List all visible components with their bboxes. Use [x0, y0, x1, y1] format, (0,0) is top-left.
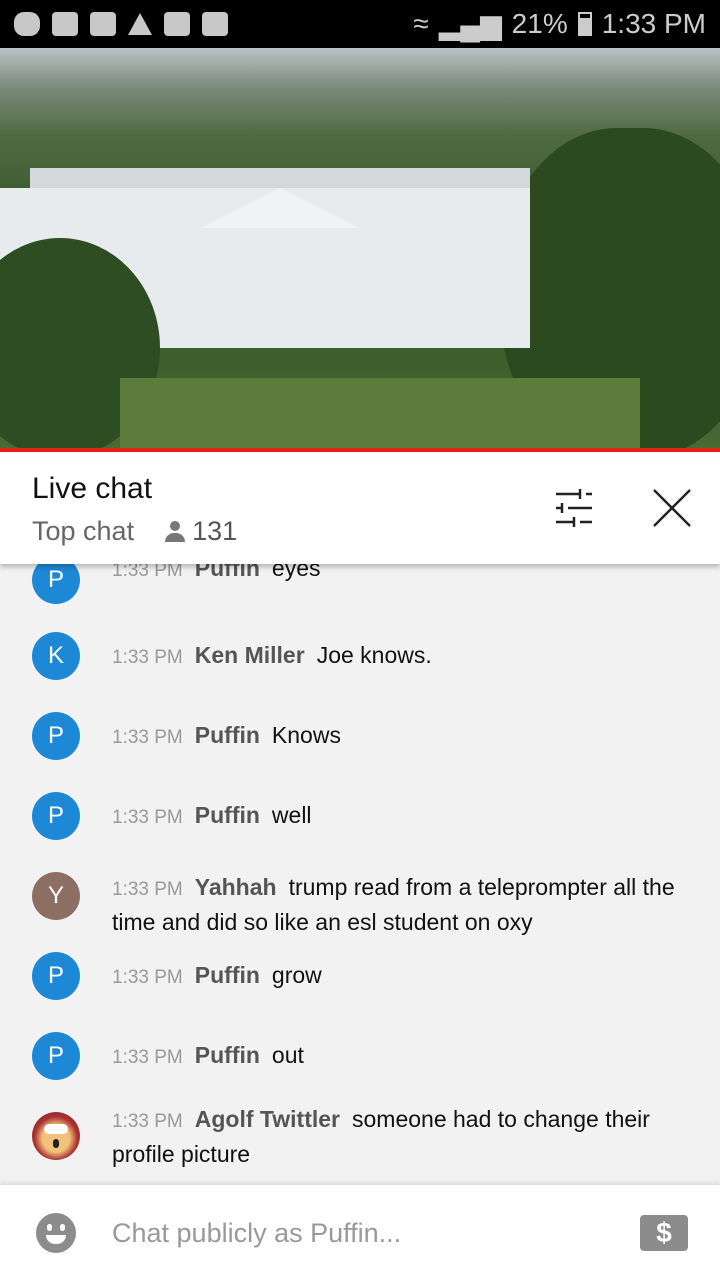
- battery-icon: [577, 12, 592, 36]
- message-text: Knows: [271, 722, 341, 748]
- avatar[interactable]: [32, 1112, 80, 1160]
- battery-percent: 21%: [511, 8, 568, 39]
- youtube-icon: [52, 12, 78, 36]
- live-chat-title: Live chat: [32, 472, 153, 505]
- message-author[interactable]: Agolf Twittler: [195, 1106, 340, 1132]
- message-text: Joe knows.: [316, 642, 432, 668]
- message-text: eyes: [271, 564, 321, 581]
- message-time: 1:33 PM: [112, 1047, 183, 1068]
- person-icon: [164, 520, 186, 543]
- message-text: out: [271, 1042, 304, 1068]
- image-icon: [164, 12, 190, 36]
- message-body: 1:33 PM Puffin Knows: [112, 719, 680, 754]
- app-icon: [14, 12, 40, 36]
- avatar[interactable]: P: [32, 564, 80, 604]
- avatar[interactable]: P: [32, 952, 80, 1000]
- clock: 1:33 PM: [601, 8, 706, 39]
- chat-settings-button[interactable]: [552, 488, 600, 528]
- status-bar: ≈ ▂▄▆ 21% 1:33 PM: [0, 0, 720, 48]
- avatar[interactable]: P: [32, 792, 80, 840]
- chat-input[interactable]: [112, 1211, 612, 1255]
- system-status: ≈ ▂▄▆ 21% 1:33 PM: [413, 8, 706, 41]
- avatar[interactable]: Y: [32, 872, 80, 920]
- message-author[interactable]: Puffin: [195, 962, 260, 988]
- avatar[interactable]: K: [32, 632, 80, 680]
- message-time: 1:33 PM: [112, 727, 183, 748]
- viewer-count-value: 131: [192, 516, 238, 546]
- video-scene-pediment: [200, 188, 360, 228]
- message-text: well: [271, 802, 312, 828]
- message-body: 1:33 PM Ken Miller Joe knows.: [112, 639, 680, 674]
- message-author[interactable]: Yahhah: [195, 874, 277, 900]
- warning-icon: [128, 13, 152, 35]
- avatar[interactable]: P: [32, 712, 80, 760]
- message-text: someone had to change their profile pict…: [112, 1106, 650, 1167]
- close-chat-button[interactable]: [648, 484, 696, 532]
- message-author[interactable]: Puffin: [195, 802, 260, 828]
- chat-input-bar: $: [0, 1184, 720, 1280]
- chat-mode-selector[interactable]: Top chat 131: [32, 516, 237, 547]
- video-scene-lawn: [120, 378, 640, 450]
- message-body: 1:33 PM Puffin out: [112, 1039, 680, 1074]
- notification-icons: [14, 12, 228, 36]
- emoji-button[interactable]: [36, 1213, 76, 1253]
- message-time: 1:33 PM: [112, 967, 183, 988]
- message-time: 1:33 PM: [112, 879, 183, 900]
- message-author[interactable]: Puffin: [195, 722, 260, 748]
- message-time: 1:33 PM: [112, 647, 183, 668]
- message-body: 1:33 PM Puffin well: [112, 799, 680, 834]
- message-body: 1:33 PM Agolf Twittler someone had to chan…: [112, 1103, 680, 1170]
- live-chat-header: Live chat Top chat 131: [0, 452, 720, 564]
- message-author[interactable]: Ken Miller: [195, 642, 305, 668]
- message-time: 1:33 PM: [112, 564, 183, 581]
- close-icon: [653, 489, 691, 527]
- message-body: 1:33 PM Puffin grow: [112, 959, 680, 994]
- video-player[interactable]: [0, 48, 720, 450]
- folder-icon: [90, 12, 116, 36]
- message-author[interactable]: Puffin: [195, 1042, 260, 1068]
- wifi-icon: ≈: [413, 8, 429, 39]
- message-author[interactable]: Puffin: [195, 564, 260, 581]
- sliders-icon: [556, 489, 592, 527]
- super-chat-button[interactable]: $: [640, 1215, 688, 1251]
- message-text: grow: [271, 962, 322, 988]
- message-body: 1:33 PM Yahhah trump read from a telepromp…: [112, 871, 680, 938]
- message-body: 1:33 PM Puffin eyes: [112, 564, 680, 587]
- chat-message-list[interactable]: P 1:33 PM Puffin eyes K 1:33 PM Ken Miller J…: [0, 564, 720, 1184]
- chat-mode-label[interactable]: Top chat: [32, 516, 134, 547]
- message-time: 1:33 PM: [112, 1111, 183, 1132]
- calendar-icon: [202, 12, 228, 36]
- avatar[interactable]: P: [32, 1032, 80, 1080]
- message-time: 1:33 PM: [112, 807, 183, 828]
- viewer-count: 131: [164, 516, 237, 547]
- dollar-icon: $: [656, 1217, 672, 1248]
- signal-icon: ▂▄▆: [438, 8, 502, 40]
